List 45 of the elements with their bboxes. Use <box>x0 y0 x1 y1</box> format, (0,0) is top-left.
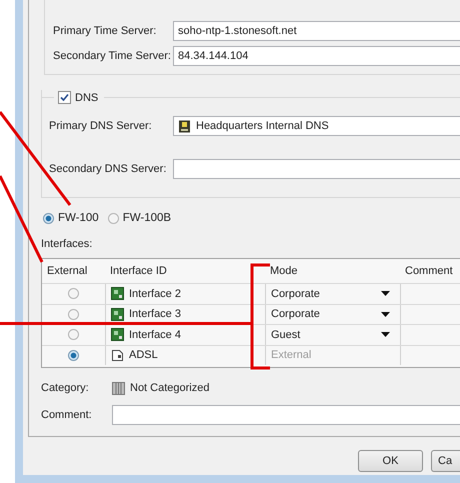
server-icon <box>178 120 191 132</box>
mode-dropdown[interactable]: Guest <box>265 325 400 344</box>
radio-button[interactable] <box>68 329 79 340</box>
dns-checkbox[interactable] <box>58 91 71 104</box>
column-header: Mode <box>269 265 299 277</box>
field-label: Comment: <box>41 409 93 421</box>
interface-name: ADSL <box>129 349 158 362</box>
interface-name: Interface 4 <box>129 328 181 341</box>
text-field[interactable] <box>112 405 460 425</box>
radio-button[interactable] <box>68 308 79 320</box>
column-header: External <box>46 265 88 277</box>
field-label: Secondary DNS Server: <box>49 163 168 175</box>
mode-dropdown: External <box>265 346 400 365</box>
field-label: Category: <box>41 382 90 394</box>
radio-button[interactable] <box>43 212 54 224</box>
section-label: Interfaces: <box>41 238 94 252</box>
interface-name: Interface 3 <box>129 308 181 320</box>
radio-button[interactable] <box>68 288 79 300</box>
field-label: Secondary Time Server: <box>53 50 172 62</box>
document-icon <box>111 348 124 362</box>
caret-icon <box>381 332 390 338</box>
text-field[interactable]: Headquarters Internal DNS <box>173 116 460 136</box>
text-field[interactable]: 84.34.144.104 <box>173 46 460 66</box>
radio-button[interactable] <box>108 212 119 224</box>
field-label: Primary Time Server: <box>53 25 158 37</box>
dns-label: DNS <box>75 92 98 104</box>
field-label: Primary DNS Server: <box>49 120 153 132</box>
network-card-icon <box>111 308 124 321</box>
cancel-button[interactable]: Ca <box>431 450 460 472</box>
caret-icon <box>381 312 390 317</box>
network-card-icon <box>111 287 124 300</box>
radio-label: FW-100B <box>122 212 172 224</box>
category-icon <box>112 382 125 394</box>
mode-dropdown[interactable]: Corporate <box>265 304 400 324</box>
text-field[interactable]: soho-ntp-1.stonesoft.net <box>173 21 460 41</box>
text-field[interactable] <box>173 159 460 179</box>
column-header: Interface ID <box>109 265 168 277</box>
network-card-icon <box>111 328 124 342</box>
mode-dropdown[interactable]: Corporate <box>265 284 400 304</box>
column-header: Comment <box>404 265 454 277</box>
category-value: Not Categorized <box>130 382 210 394</box>
radio-label: FW-100 <box>58 212 99 224</box>
caret-icon <box>381 291 390 296</box>
interface-name: Interface 2 <box>129 288 181 300</box>
ok-button[interactable]: OK <box>358 450 423 472</box>
